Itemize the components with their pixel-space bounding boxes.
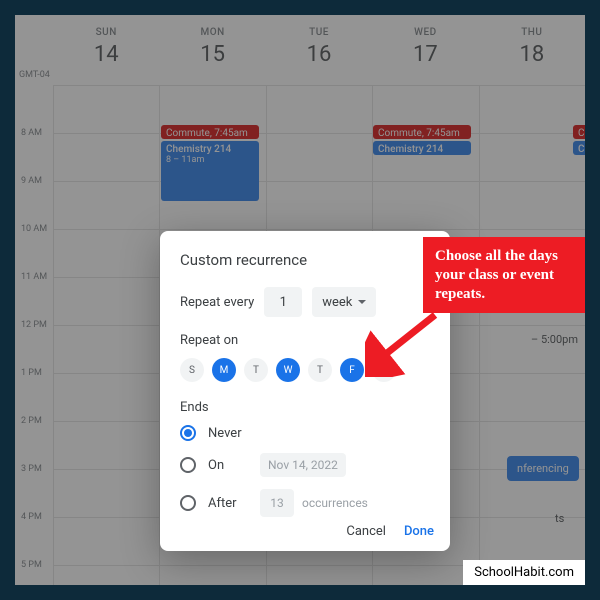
day-picker: S M T W T F S bbox=[180, 358, 430, 382]
repeat-on-label: Repeat on bbox=[180, 333, 430, 348]
end-date-input[interactable]: Nov 14, 2022 bbox=[260, 453, 346, 477]
radio-on[interactable] bbox=[180, 457, 196, 473]
day-toggle-fri[interactable]: F bbox=[340, 358, 364, 382]
unit-select[interactable]: week bbox=[312, 287, 376, 317]
day-toggle-mon[interactable]: M bbox=[212, 358, 236, 382]
day-toggle-sat[interactable]: S bbox=[372, 358, 396, 382]
repeat-every-label: Repeat every bbox=[180, 295, 254, 310]
custom-recurrence-dialog: Custom recurrence Repeat every 1 week Re… bbox=[160, 231, 450, 551]
on-label: On bbox=[208, 458, 248, 473]
after-label: After bbox=[208, 496, 248, 511]
day-toggle-tue[interactable]: T bbox=[244, 358, 268, 382]
day-toggle-sun[interactable]: S bbox=[180, 358, 204, 382]
ends-label: Ends bbox=[180, 400, 430, 415]
watermark: SchoolHabit.com bbox=[463, 560, 585, 585]
cancel-button[interactable]: Cancel bbox=[346, 524, 386, 539]
done-button[interactable]: Done bbox=[404, 524, 434, 539]
radio-after[interactable] bbox=[180, 495, 196, 511]
day-toggle-wed[interactable]: W bbox=[276, 358, 300, 382]
day-toggle-thu[interactable]: T bbox=[308, 358, 332, 382]
dialog-title: Custom recurrence bbox=[180, 251, 430, 269]
chevron-down-icon bbox=[358, 300, 366, 304]
interval-input[interactable]: 1 bbox=[264, 287, 302, 317]
radio-never[interactable] bbox=[180, 425, 196, 441]
occurrences-label: occurrences bbox=[302, 496, 368, 510]
occurrences-input[interactable]: 13 bbox=[260, 489, 294, 517]
instruction-callout: Choose all the days your class or event … bbox=[423, 237, 585, 313]
never-label: Never bbox=[208, 426, 242, 441]
